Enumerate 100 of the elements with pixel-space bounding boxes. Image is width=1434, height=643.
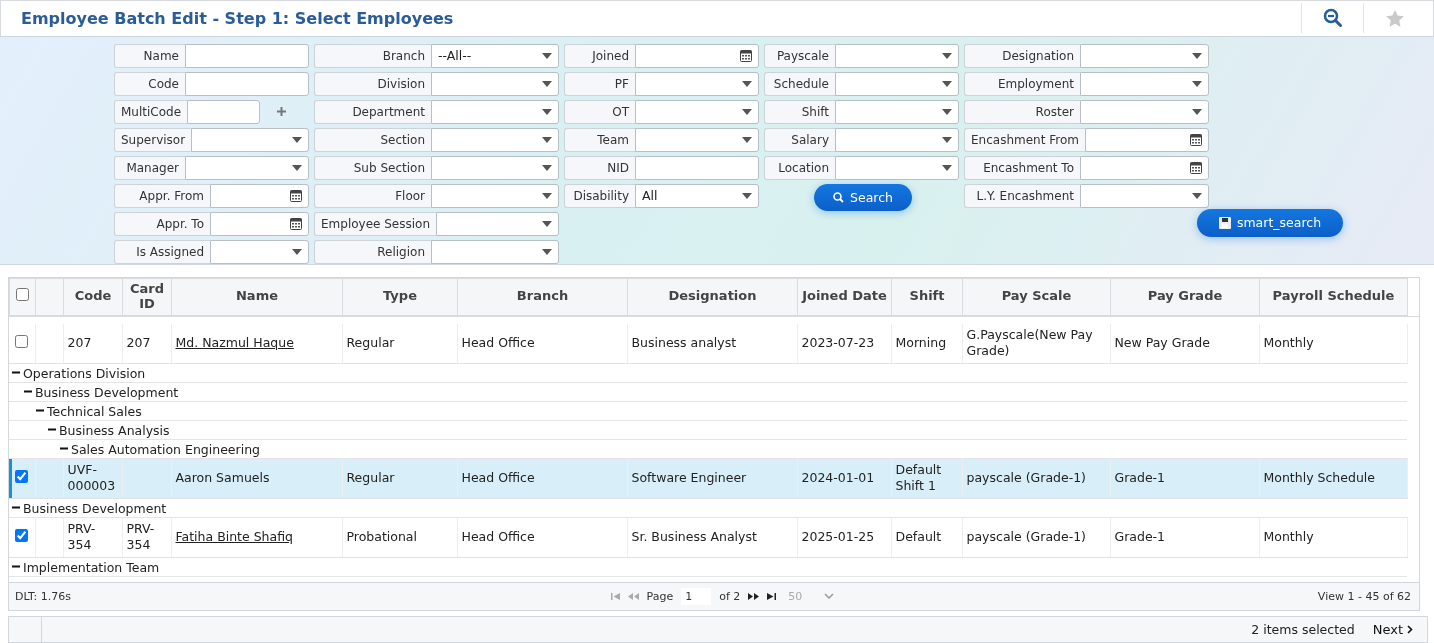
field-label: Department <box>314 99 431 124</box>
dropdown-caret-icon <box>542 136 552 143</box>
employee-link[interactable]: Md. Nazmul Haque <box>175 335 294 351</box>
field-label: Manager <box>114 155 185 180</box>
dropdown-field[interactable] <box>431 239 559 264</box>
record-count: View 1 - 45 of 62 <box>1317 589 1412 603</box>
row-checkbox[interactable] <box>15 528 29 542</box>
field-label: Designation <box>964 43 1080 68</box>
dropdown-field[interactable] <box>1080 71 1209 96</box>
field-label: NID <box>564 155 635 180</box>
calendar-icon <box>1190 161 1202 175</box>
table-cell: Grade-1 <box>1114 529 1166 545</box>
date-field[interactable] <box>635 43 759 68</box>
dropdown-field[interactable] <box>431 155 559 180</box>
chevron-right-icon <box>1407 624 1413 634</box>
dropdown-caret-icon <box>1192 108 1202 115</box>
dropdown-field[interactable] <box>635 127 759 152</box>
date-field[interactable] <box>210 183 309 208</box>
page-field[interactable]: 1 <box>681 587 712 605</box>
calendar-icon <box>740 49 752 63</box>
previous-page-icon[interactable] <box>627 592 639 600</box>
dropdown-field[interactable] <box>185 155 309 180</box>
row-checkbox[interactable] <box>15 334 29 348</box>
dropdown-field[interactable] <box>835 71 959 96</box>
field-label: Joined <box>564 43 635 68</box>
date-field[interactable] <box>1084 127 1209 152</box>
field-label: Shift <box>764 99 835 124</box>
input-field[interactable] <box>185 71 309 96</box>
next-button[interactable]: Next <box>1354 621 1427 637</box>
row-checkbox[interactable] <box>15 469 29 483</box>
date-field[interactable] <box>1080 155 1209 180</box>
table-cell: Monthly Schedule <box>1263 470 1375 486</box>
zoom-out-icon <box>1322 8 1343 29</box>
table-cell: Head Office <box>461 529 535 545</box>
search-button[interactable]: Search <box>814 183 912 211</box>
dropdown-caret-icon <box>942 164 952 171</box>
field-label: Roster <box>964 99 1080 124</box>
dropdown-field[interactable] <box>835 155 959 180</box>
select-all-checkbox[interactable] <box>16 288 29 302</box>
dropdown-field[interactable] <box>191 127 309 152</box>
dropdown-field[interactable] <box>431 127 559 152</box>
add-icon[interactable] <box>276 105 288 117</box>
first-page-icon[interactable] <box>610 592 620 600</box>
dropdown-field[interactable] <box>835 127 959 152</box>
dropdown-field[interactable] <box>431 71 559 96</box>
calendar-icon <box>290 189 302 203</box>
dropdown-field[interactable] <box>1080 43 1209 68</box>
employee-link[interactable]: Fatiha Binte Shafiq <box>175 529 293 545</box>
next-page-icon[interactable] <box>748 592 760 600</box>
table-cell: Default Shift 1 <box>895 462 942 494</box>
dropdown-field[interactable] <box>635 99 759 124</box>
table-cell: Head Office <box>461 335 535 351</box>
table-cell: UVF-000003 <box>67 462 116 494</box>
dropdown-field[interactable]: All <box>635 183 759 208</box>
dropdown-caret-icon <box>742 80 752 87</box>
table-cell: Regular <box>346 470 395 486</box>
column-header: Code <box>74 288 112 304</box>
page-total: of 2 <box>719 589 741 603</box>
search-icon <box>833 191 844 203</box>
table-cell: Default <box>895 529 942 545</box>
field-label: Name <box>114 43 185 68</box>
field-label: Code <box>114 71 185 96</box>
smart-search-button[interactable]: smart_search <box>1197 208 1343 237</box>
dropdown-field[interactable] <box>835 99 959 124</box>
field-label: Religion <box>314 239 431 264</box>
dropdown-caret-icon <box>292 248 302 255</box>
input-field[interactable] <box>185 43 309 68</box>
table-cell: payscale (Grade-1) <box>966 529 1086 545</box>
date-field[interactable] <box>210 211 309 236</box>
table-cell: Software Engineer <box>631 470 747 486</box>
window-title: Employee Batch Edit - Step 1: Select Employees <box>21 8 455 28</box>
dropdown-field[interactable] <box>1080 99 1209 124</box>
dropdown-caret-icon <box>542 192 552 199</box>
last-page-icon[interactable] <box>767 592 777 600</box>
dropdown-field[interactable]: --All-- <box>431 43 559 68</box>
field-label: Employment <box>964 71 1080 96</box>
dropdown-field[interactable] <box>431 99 559 124</box>
input-field[interactable] <box>187 99 261 124</box>
dropdown-field[interactable] <box>210 239 309 264</box>
dropdown-field[interactable] <box>835 43 959 68</box>
dropdown-caret-icon <box>942 136 952 143</box>
dropdown-caret-icon <box>542 248 552 255</box>
dropdown-caret-icon <box>292 164 302 171</box>
table-cell: Head Office <box>461 470 535 486</box>
dropdown-field[interactable] <box>1080 183 1209 208</box>
table-cell: Regular <box>346 335 395 351</box>
dropdown-caret-icon <box>942 52 952 59</box>
field-label: Location <box>764 155 835 180</box>
table-cell: G.Payscale(New Pay Grade) <box>966 327 1093 359</box>
dropdown-field[interactable] <box>635 71 759 96</box>
field-label: Section <box>314 127 431 152</box>
dropdown-field[interactable] <box>431 183 559 208</box>
field-label: Floor <box>314 183 431 208</box>
field-label: Schedule <box>764 71 835 96</box>
field-label: Employee Session <box>314 211 437 236</box>
table-cell: 2023-07-23 <box>801 335 875 351</box>
input-field[interactable] <box>635 155 759 180</box>
dropdown-field[interactable] <box>436 211 559 236</box>
table-cell: 2024-01-01 <box>801 470 875 486</box>
column-header: Pay Grade <box>1147 288 1223 304</box>
